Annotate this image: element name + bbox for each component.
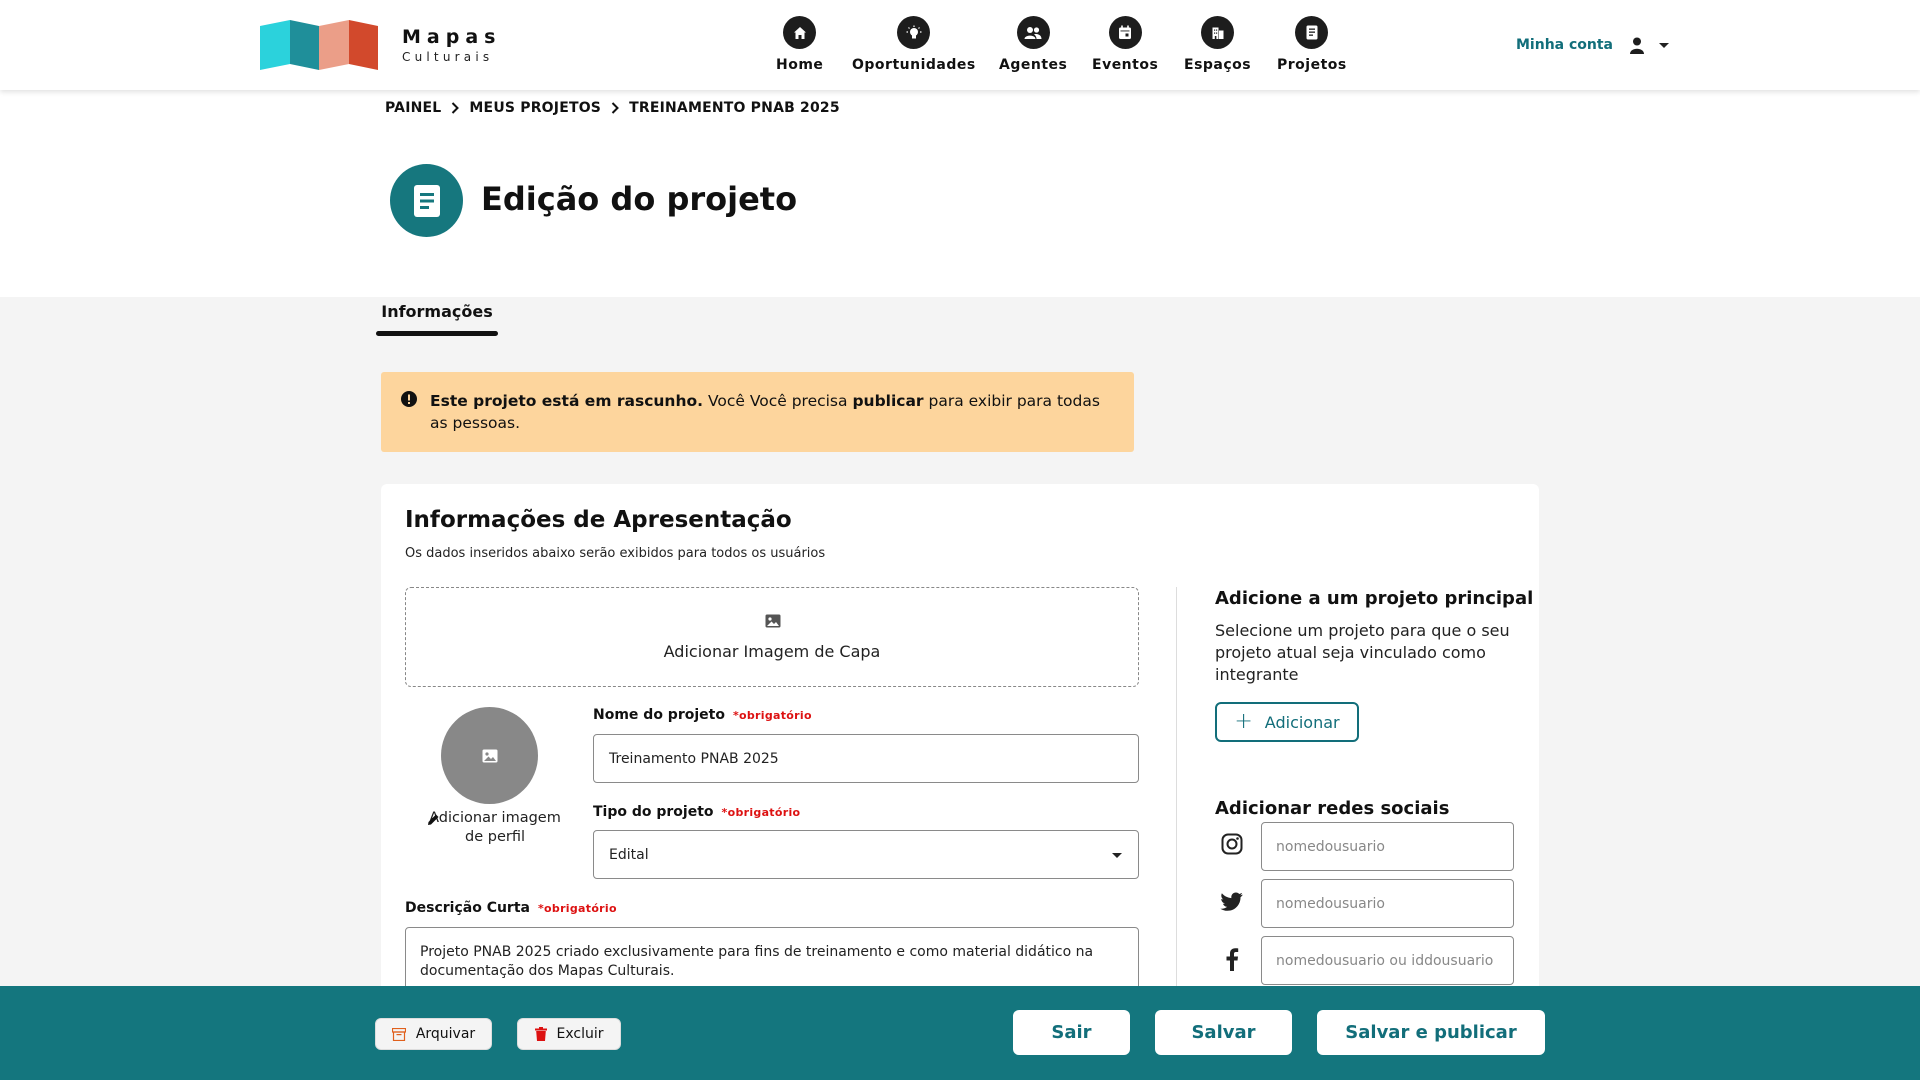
page-header-area: PAINEL MEUS PROJETOS TREINAMENTO PNAB 20…: [0, 90, 1920, 297]
plus-icon: +: [1234, 709, 1253, 734]
exclamation-icon: [401, 391, 417, 411]
tab-active-indicator: [376, 331, 498, 336]
archive-icon: [391, 1027, 406, 1041]
project-document-icon: [390, 164, 463, 237]
save-publish-label: Salvar e publicar: [1345, 1022, 1517, 1043]
action-footer: Arquivar Excluir Sair Salvar Salvar e pu…: [0, 986, 1920, 1080]
breadcrumb-meus-projetos[interactable]: MEUS PROJETOS: [469, 100, 601, 116]
required-marker: *obrigatório: [537, 902, 617, 915]
facebook-icon: [1219, 946, 1245, 972]
nav-label: Espaços: [1184, 57, 1252, 73]
account-menu[interactable]: Minha conta: [1516, 35, 1670, 55]
nav-home[interactable]: Home: [776, 16, 823, 73]
building-icon: [1201, 16, 1235, 49]
chevron-down-icon: [1112, 853, 1122, 858]
alert-message: Este projeto está em rascunho. Você Você…: [430, 390, 1110, 434]
chevron-right-icon: [611, 102, 620, 114]
save-button[interactable]: Salvar: [1155, 1010, 1292, 1055]
breadcrumb-painel[interactable]: PAINEL: [385, 100, 441, 116]
parent-project-description: Selecione um projeto para que o seu proj…: [1215, 621, 1510, 684]
project-type-select[interactable]: Edital: [593, 830, 1139, 879]
profile-image-placeholder[interactable]: [441, 707, 538, 804]
save-and-publish-button[interactable]: Salvar e publicar: [1317, 1010, 1545, 1055]
delete-label: Excluir: [556, 1026, 604, 1042]
alert-strong: Este projeto está em rascunho.: [430, 392, 704, 410]
add-profile-image-label: Adicionar imagem de perfil: [429, 810, 561, 845]
tab-label: Informações: [381, 302, 493, 321]
field-label-text: Descrição Curta: [405, 900, 530, 916]
nav-espacos[interactable]: Espaços: [1184, 16, 1251, 73]
nav-label: Agentes: [999, 57, 1068, 73]
nav-oportunidades[interactable]: Oportunidades: [852, 16, 976, 73]
calendar-icon: [1108, 16, 1142, 49]
archive-label: Arquivar: [415, 1026, 476, 1042]
delete-button[interactable]: Excluir: [517, 1018, 621, 1050]
twitter-placeholder: nomedousuario: [1276, 895, 1385, 912]
nav-label: Eventos: [1092, 57, 1159, 73]
field-label-text: Nome do projeto: [593, 707, 725, 723]
alert-text-1: Você Você precisa: [703, 392, 853, 410]
short-description-label: Descrição Curta *obrigatório: [405, 900, 617, 916]
account-label: Minha conta: [1516, 37, 1614, 53]
add-parent-project-button[interactable]: + Adicionar: [1215, 702, 1359, 742]
image-icon: [482, 749, 497, 762]
cover-image-upload[interactable]: Adicionar Imagem de Capa: [405, 587, 1139, 687]
nav-label: Projetos: [1277, 57, 1347, 73]
column-divider: [1176, 587, 1177, 1007]
exit-button[interactable]: Sair: [1013, 1010, 1130, 1055]
required-marker: *obrigatório: [732, 709, 812, 722]
nav-projetos[interactable]: Projetos: [1277, 16, 1347, 73]
user-icon: [1627, 35, 1647, 55]
tab-informacoes[interactable]: Informações: [376, 302, 498, 336]
nav-label: Oportunidades: [852, 57, 976, 73]
facebook-placeholder: nomedousuario ou iddousuario: [1276, 952, 1494, 969]
instagram-icon: [1219, 831, 1245, 857]
image-icon: [765, 613, 781, 632]
nav-agentes[interactable]: Agentes: [999, 16, 1067, 73]
chevron-down-icon: [1659, 42, 1670, 48]
trash-icon: [534, 1027, 547, 1041]
facebook-input[interactable]: nomedousuario ou iddousuario: [1261, 936, 1514, 985]
document-icon: [1295, 16, 1329, 49]
draft-alert: Este projeto está em rascunho. Você Você…: [381, 372, 1134, 452]
presentation-info-card: Informações de Apresentação Os dados ins…: [381, 484, 1539, 1007]
exit-label: Sair: [1051, 1022, 1092, 1043]
alert-publish-word: publicar: [852, 392, 924, 410]
twitter-input[interactable]: nomedousuario: [1261, 879, 1514, 928]
required-marker: *obrigatório: [721, 806, 801, 819]
nav-eventos[interactable]: Eventos: [1092, 16, 1158, 73]
save-label: Salvar: [1191, 1022, 1256, 1043]
project-type-value: Edital: [609, 846, 649, 863]
page-title: Edição do projeto: [481, 180, 798, 218]
people-icon: [1016, 16, 1050, 49]
add-button-label: Adicionar: [1264, 712, 1340, 732]
breadcrumb: PAINEL MEUS PROJETOS TREINAMENTO PNAB 20…: [385, 100, 840, 116]
field-label-text: Tipo do projeto: [593, 804, 714, 820]
top-header: Mapas Culturais Home Oportunidades Agent…: [0, 0, 1920, 90]
short-description-value: Projeto PNAB 2025 criado exclusivamente …: [420, 944, 1094, 979]
twitter-icon: [1219, 889, 1245, 915]
project-name-input[interactable]: Treinamento PNAB 2025: [593, 734, 1139, 783]
pencil-icon: [427, 811, 440, 830]
archive-button[interactable]: Arquivar: [375, 1018, 492, 1050]
instagram-placeholder: nomedousuario: [1276, 838, 1385, 855]
lightbulb-icon: [897, 16, 931, 49]
instagram-input[interactable]: nomedousuario: [1261, 822, 1514, 871]
project-name-label: Nome do projeto *obrigatório: [593, 707, 812, 723]
section-title: Informações de Apresentação: [405, 507, 792, 533]
project-name-value: Treinamento PNAB 2025: [609, 750, 779, 767]
chevron-right-icon: [451, 102, 460, 114]
breadcrumb-current: TREINAMENTO PNAB 2025: [629, 100, 840, 116]
cover-image-label: Adicionar Imagem de Capa: [663, 642, 881, 661]
section-subtitle: Os dados inseridos abaixo serão exibidos…: [405, 546, 826, 561]
social-networks-title: Adicionar redes sociais: [1215, 798, 1450, 819]
nav-label: Home: [776, 57, 824, 73]
add-profile-image-button[interactable]: Adicionar imagem de perfil: [421, 809, 561, 847]
home-icon: [783, 16, 817, 49]
project-type-label: Tipo do projeto *obrigatório: [593, 804, 800, 820]
parent-project-title: Adicione a um projeto principal: [1215, 588, 1534, 609]
